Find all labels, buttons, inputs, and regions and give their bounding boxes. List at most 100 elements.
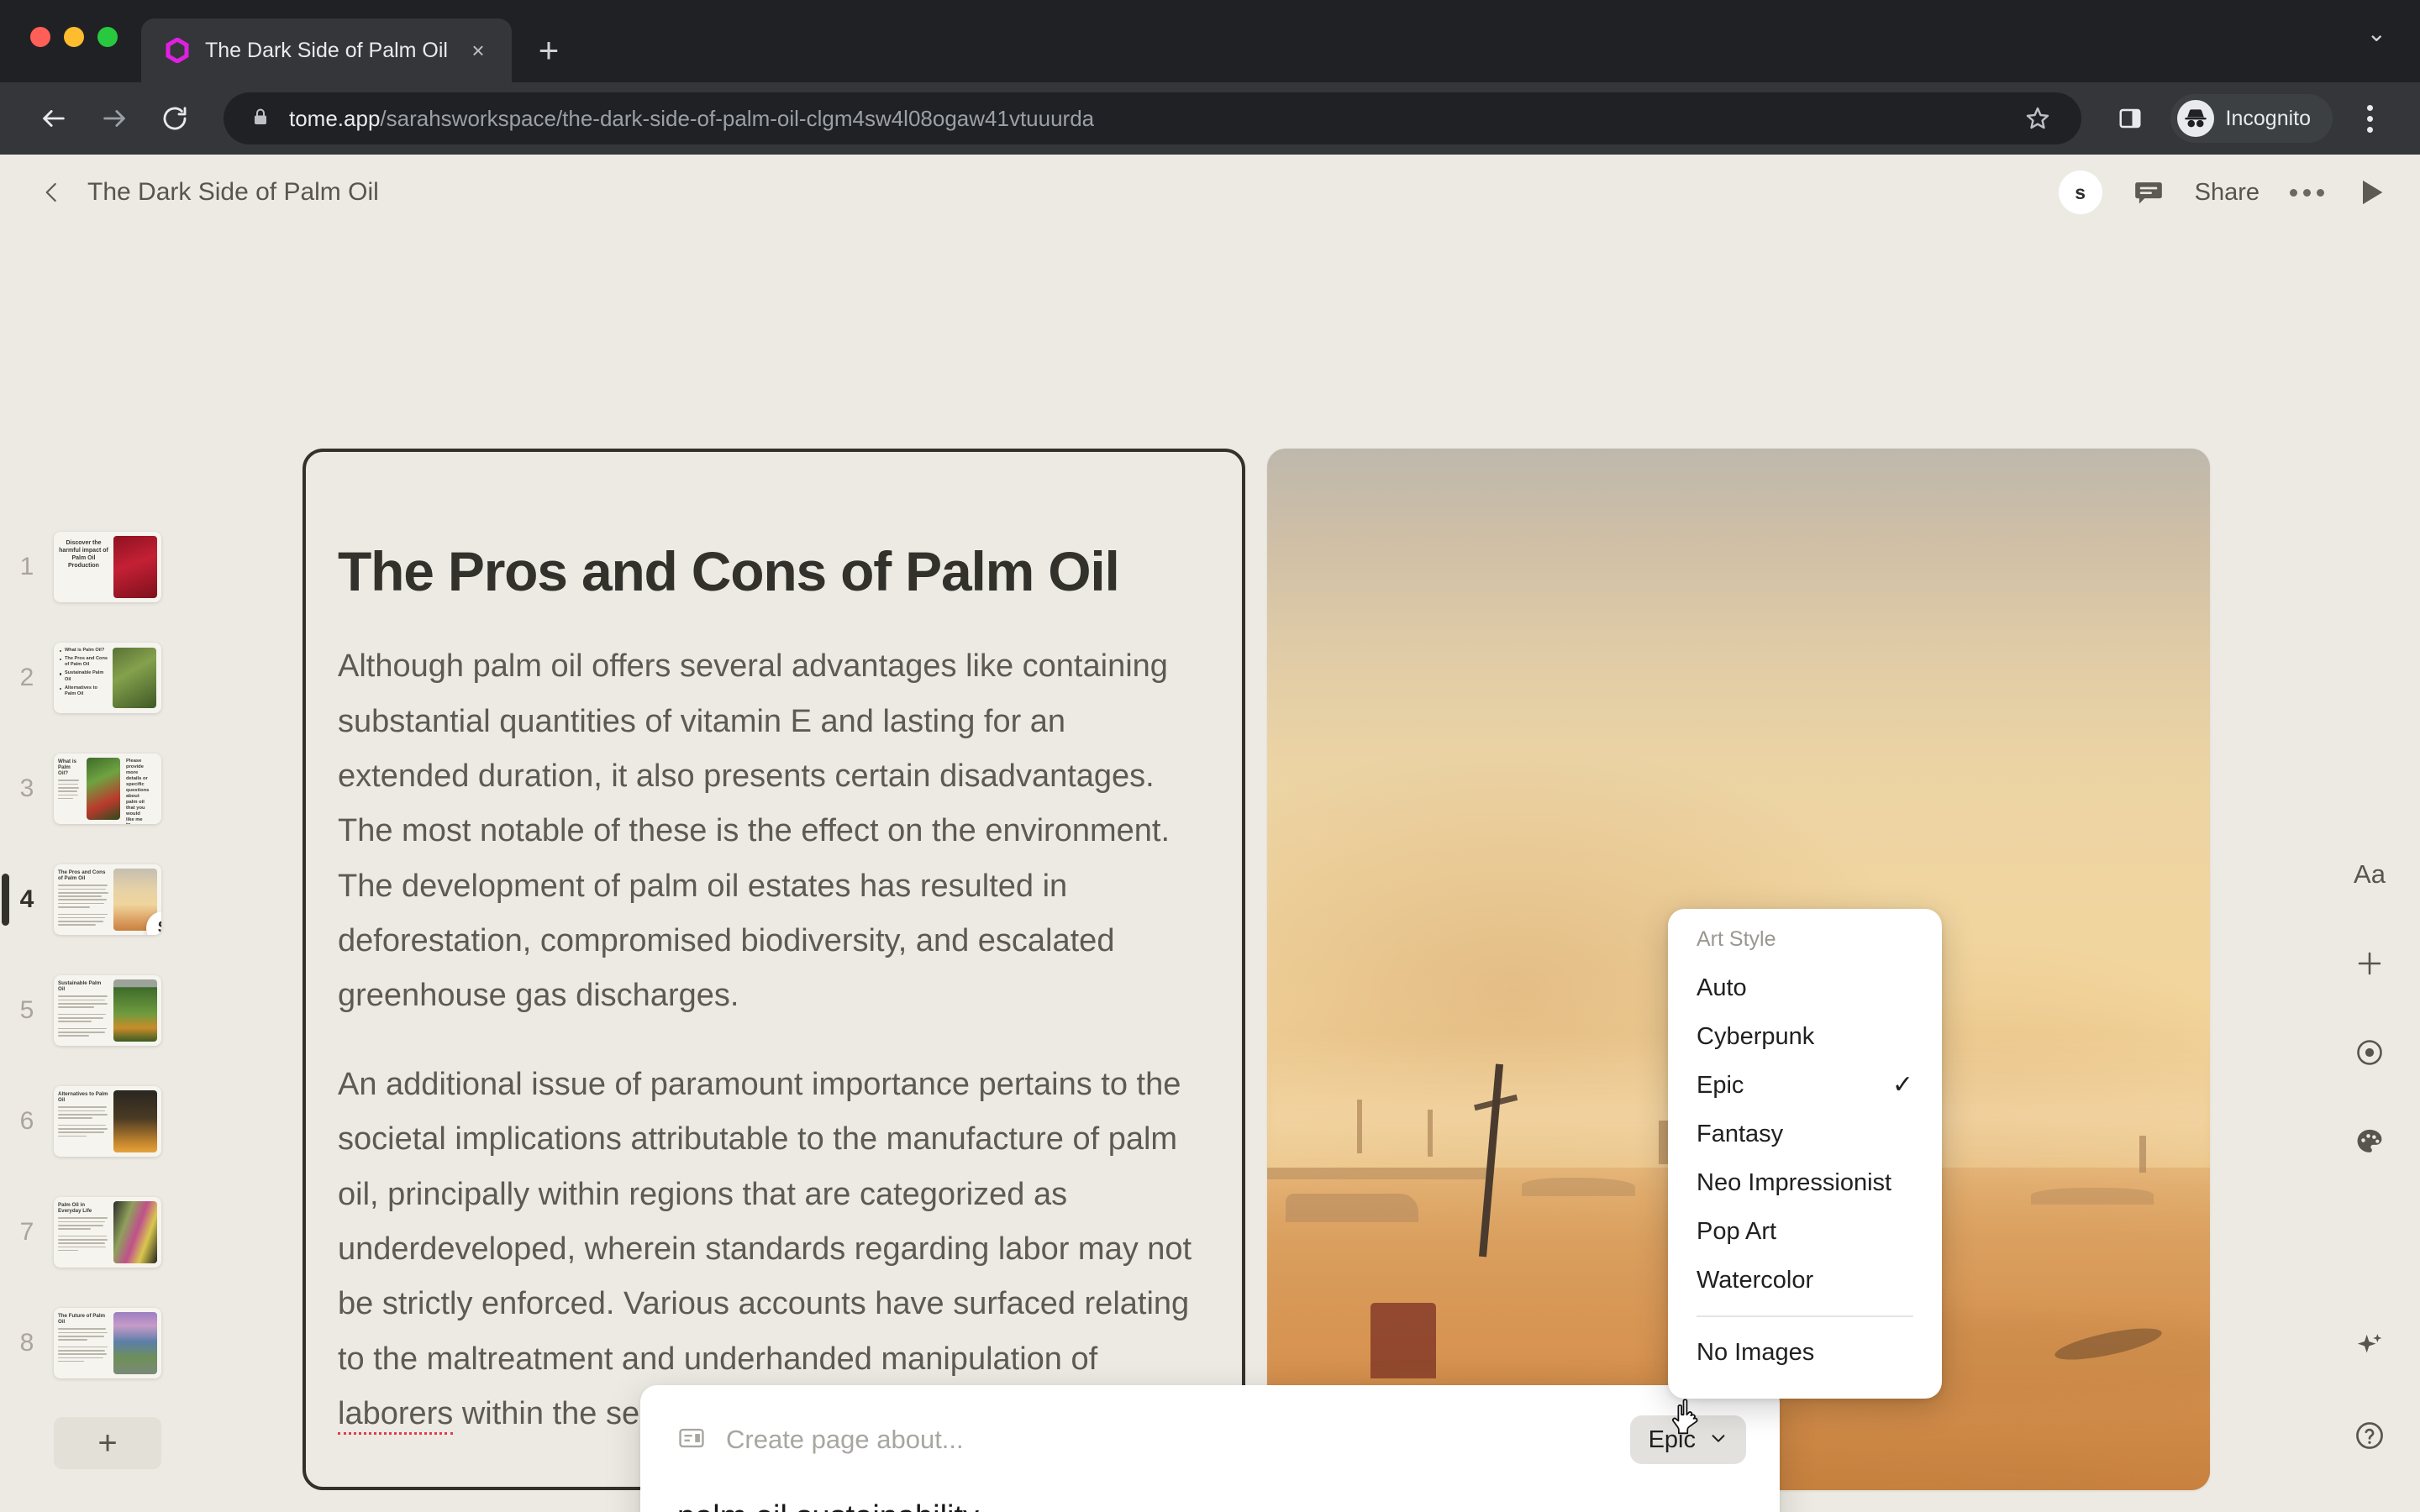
incognito-icon <box>2176 100 2214 137</box>
back-chevron-icon[interactable] <box>30 171 74 214</box>
url-path: /sarahsworkspace/the-dark-side-of-palm-o… <box>380 105 1095 131</box>
menu-item-label: Epic <box>1697 1071 1744 1099</box>
thumbnail-preview[interactable]: Discover the harmful impact of Palm Oil … <box>54 532 161 602</box>
slide-thumbnail-rail[interactable]: 1 Discover the harmful impact of Palm Oi… <box>0 230 193 1512</box>
menu-item-no-images[interactable]: No Images <box>1668 1328 1942 1377</box>
slide-thumbnail-2[interactable]: 2 What is Palm Oil? The Pros and Cons of… <box>0 622 193 733</box>
slide-thumbnail-6[interactable]: 6 Alternatives to Palm Oil <box>0 1066 193 1177</box>
menu-item-label: No Images <box>1697 1338 1815 1366</box>
browser-toolbar: tome.app/sarahsworkspace/the-dark-side-o… <box>0 82 2420 155</box>
add-element-icon[interactable] <box>2345 939 2394 988</box>
new-tab-button[interactable]: + <box>523 25 574 76</box>
slide-thumbnail-4[interactable]: 4 The Pros and Cons of Palm Oil S <box>0 844 193 955</box>
slide-thumbnail-3[interactable]: 3 What is Palm Oil? Please provide more … <box>0 733 193 844</box>
chrome-menu-button[interactable] <box>2346 95 2393 142</box>
add-slide-button[interactable]: + <box>54 1417 161 1469</box>
menu-item-label: Pop Art <box>1697 1217 1777 1245</box>
close-tab-button[interactable]: × <box>463 35 493 66</box>
slide-thumbnail-7[interactable]: 7 Palm Oil in Everyday Life <box>0 1177 193 1288</box>
menu-item-cyberpunk[interactable]: Cyberpunk <box>1668 1012 1942 1061</box>
thumbnail-aside: Please provide more details or specific … <box>123 753 151 824</box>
address-bar[interactable]: tome.app/sarahsworkspace/the-dark-side-o… <box>224 92 2081 144</box>
url-text: tome.app/sarahsworkspace/the-dark-side-o… <box>289 106 1094 132</box>
thumbnail-preview[interactable]: Sustainable Palm Oil <box>54 975 161 1046</box>
bookmark-star-icon[interactable] <box>2004 93 2054 144</box>
rock-silhouette <box>2030 1188 2154 1205</box>
thumbnail-image <box>87 758 120 820</box>
url-host: tome.app <box>289 105 381 131</box>
thumbnail-bullet: What is Palm Oil? <box>60 648 108 654</box>
thumbnail-title: Alternatives to Palm Oil <box>58 1091 108 1104</box>
avatar[interactable]: s <box>2058 171 2102 214</box>
thumbnail-image <box>113 979 157 1042</box>
slide-paragraph-1: Although palm oil offers several advanta… <box>338 648 1171 1014</box>
record-target-icon[interactable] <box>2345 1028 2394 1077</box>
incognito-profile-button[interactable]: Incognito <box>2170 94 2333 143</box>
menu-item-fantasy[interactable]: Fantasy <box>1668 1110 1942 1158</box>
chevron-down-icon[interactable]: ⌄ <box>2367 22 2386 45</box>
thumbnail-preview[interactable]: The Pros and Cons of Palm Oil S <box>54 864 161 935</box>
maximize-window-button[interactable] <box>97 27 118 47</box>
palette-icon[interactable] <box>2345 1117 2394 1166</box>
play-icon[interactable] <box>2354 176 2388 209</box>
menu-item-pop-art[interactable]: Pop Art <box>1668 1207 1942 1256</box>
thumbnail-preview[interactable]: What is Palm Oil? Please provide more de… <box>54 753 161 824</box>
thumbnail-image <box>113 536 157 598</box>
app-header: The Dark Side of Palm Oil s Share <box>0 155 2420 230</box>
share-button[interactable]: Share <box>2195 179 2260 207</box>
menu-item-label: Fantasy <box>1697 1120 1784 1147</box>
sparkle-icon[interactable] <box>2345 1322 2394 1371</box>
thumbnail-body-lines <box>58 780 80 800</box>
close-window-button[interactable] <box>30 27 50 47</box>
thumbnail-preview[interactable]: Alternatives to Palm Oil <box>54 1086 161 1157</box>
tome-app: The Dark Side of Palm Oil s Share 1 Disc… <box>0 155 2420 1512</box>
menu-item-label: Neo Impressionist <box>1697 1168 1892 1196</box>
browser-tab[interactable]: The Dark Side of Palm Oil × <box>141 18 512 82</box>
minimize-window-button[interactable] <box>64 27 84 47</box>
reload-button[interactable] <box>148 92 202 145</box>
menu-item-label: Watercolor <box>1697 1266 1814 1294</box>
art-style-selector-button[interactable]: Epic <box>1629 1415 1746 1464</box>
thumbnail-image <box>113 1312 157 1374</box>
thumbnail-body-lines <box>58 995 109 1037</box>
thumbnail-body-lines <box>58 1217 109 1252</box>
page-title: The Dark Side of Palm Oil <box>87 178 379 206</box>
help-circle-icon[interactable] <box>2345 1411 2394 1460</box>
menu-divider <box>1697 1315 1913 1317</box>
lock-icon <box>250 107 271 131</box>
slide-text-card[interactable]: The Pros and Cons of Palm Oil Although p… <box>302 449 1245 1490</box>
thumbnail-image <box>113 1201 157 1263</box>
thumbnail-preview[interactable]: What is Palm Oil? The Pros and Cons of P… <box>54 643 161 713</box>
forward-button[interactable] <box>87 92 141 145</box>
thumbnail-preview[interactable]: The Future of Palm Oil <box>54 1308 161 1378</box>
slide-number: 8 <box>19 1329 34 1357</box>
create-page-input[interactable]: Create page about... <box>726 1425 964 1455</box>
menu-item-epic[interactable]: Epic ✓ <box>1668 1061 1942 1110</box>
menu-item-auto[interactable]: Auto <box>1668 963 1942 1012</box>
thumbnail-preview[interactable]: Palm Oil in Everyday Life <box>54 1197 161 1268</box>
browser-tabstrip: The Dark Side of Palm Oil × + ⌄ <box>0 0 2420 82</box>
slide-thumbnail-1[interactable]: 1 Discover the harmful impact of Palm Oi… <box>0 512 193 622</box>
check-icon: ✓ <box>1891 1071 1913 1099</box>
spellcheck-error-word: laborers <box>338 1395 454 1435</box>
thumbnail-title: The Pros and Cons of Palm Oil <box>58 869 106 882</box>
menu-item-label: Auto <box>1697 974 1747 1001</box>
text-style-icon[interactable]: Aa <box>2345 850 2394 899</box>
thumbnail-image <box>113 1090 157 1152</box>
browser-window: The Dark Side of Palm Oil × + ⌄ tome.app… <box>0 0 2420 1512</box>
art-style-dropdown-menu[interactable]: Art Style Auto Cyberpunk Epic ✓ Fantasy … <box>1668 909 1942 1399</box>
create-page-panel[interactable]: Create page about... Epic palm oil susta… <box>640 1385 1780 1512</box>
thumbnail-bullets: What is Palm Oil? The Pros and Cons of P… <box>58 648 108 698</box>
comment-icon[interactable] <box>2133 176 2165 208</box>
menu-item-neo-impressionist[interactable]: Neo Impressionist <box>1668 1158 1942 1207</box>
back-button[interactable] <box>27 92 81 145</box>
slide-thumbnail-5[interactable]: 5 Sustainable Palm Oil <box>0 955 193 1066</box>
more-horizontal-icon[interactable] <box>2290 188 2324 197</box>
tome-hexagon-icon <box>165 38 190 63</box>
thumbnail-title: What is Palm Oil? <box>58 759 77 777</box>
menu-item-watercolor[interactable]: Watercolor <box>1668 1256 1942 1305</box>
side-panel-icon[interactable] <box>2105 93 2155 144</box>
app-header-actions: s Share <box>2058 171 2388 214</box>
slide-thumbnail-8[interactable]: 8 The Future of Palm Oil <box>0 1288 193 1399</box>
create-page-query-text[interactable]: palm oil sustainability <box>677 1499 1746 1512</box>
